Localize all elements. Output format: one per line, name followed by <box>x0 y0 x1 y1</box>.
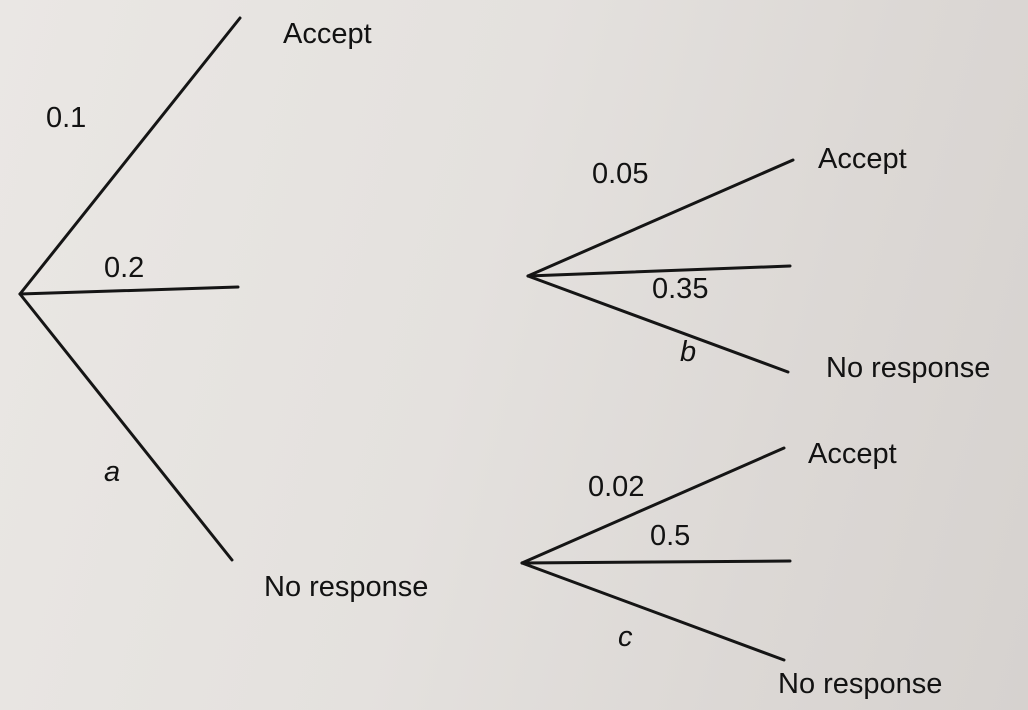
first-stage-branch-middle <box>18 285 240 296</box>
first-stage-top-probability: 0.1 <box>46 102 86 134</box>
lower-stage-branch-bottom <box>520 561 786 662</box>
first-stage-top-outcome: Accept <box>283 18 372 50</box>
probability-tree-diagram: 0.1 0.2 a Accept No response 0.05 0.35 b… <box>0 0 1028 710</box>
upper-stage-middle-probability: 0.35 <box>652 273 708 305</box>
upper-stage-bottom-probability: b <box>680 336 696 368</box>
upper-stage-top-probability: 0.05 <box>592 158 648 190</box>
first-stage-bottom-probability: a <box>104 456 120 488</box>
upper-stage-branch-top <box>526 158 795 278</box>
upper-stage-bottom-outcome: No response <box>826 352 990 384</box>
first-stage-bottom-outcome: No response <box>264 571 428 603</box>
lower-stage-middle-probability: 0.5 <box>650 520 690 552</box>
upper-stage-top-outcome: Accept <box>818 143 907 175</box>
tree-canvas: 0.1 0.2 a Accept No response 0.05 0.35 b… <box>18 16 990 700</box>
lower-stage-bottom-probability: c <box>618 621 633 653</box>
first-stage-middle-probability: 0.2 <box>104 252 144 284</box>
lower-stage-top-probability: 0.02 <box>588 471 644 503</box>
lower-stage-branch-middle <box>520 559 792 565</box>
first-stage-branch-bottom <box>18 292 234 562</box>
lower-stage-top-outcome: Accept <box>808 438 897 470</box>
lower-stage-bottom-outcome: No response <box>778 668 942 700</box>
